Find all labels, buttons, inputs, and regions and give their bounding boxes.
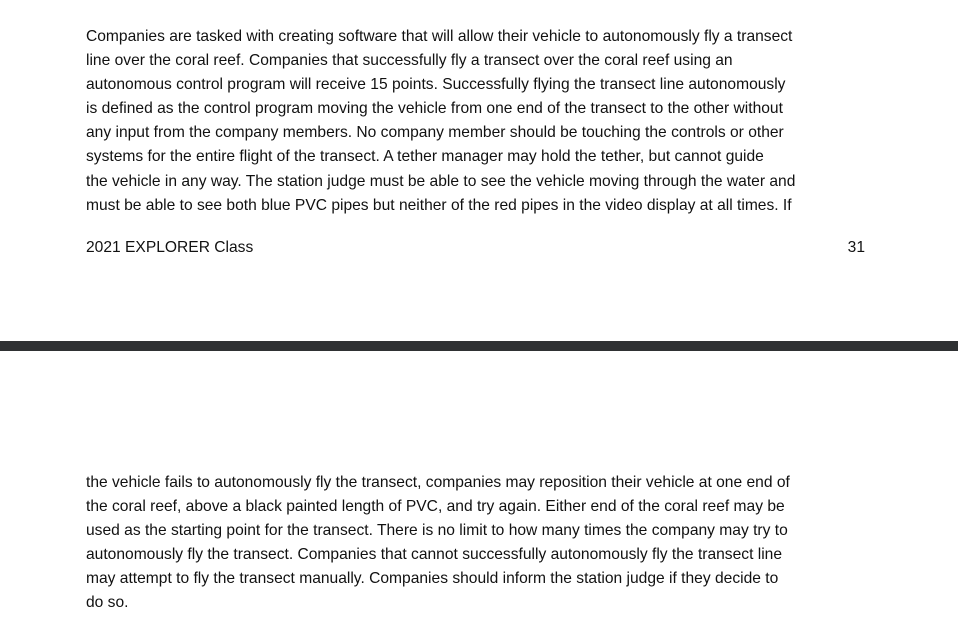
body-paragraph-top: Companies are tasked with creating softw…	[86, 25, 886, 218]
page-separator	[0, 341, 958, 351]
paragraph-line: may attempt to fly the transect manually…	[86, 570, 779, 588]
paragraph-line: line over the coral reef. Companies that…	[86, 52, 733, 70]
paragraph-line: autonomously fly the transect. Companies…	[86, 546, 783, 564]
paragraph-line: the vehicle in any way. The station judg…	[86, 172, 796, 190]
page-footer-title: 2021 EXPLORER Class	[86, 239, 254, 256]
body-paragraph-bottom: the vehicle fails to autonomously fly th…	[86, 471, 886, 616]
paragraph-line: used as the starting point for the trans…	[86, 522, 788, 540]
paragraph-line: is defined as the control program moving…	[86, 100, 783, 118]
paragraph-line: must be able to see both blue PVC pipes …	[86, 196, 792, 214]
paragraph-line: Companies are tasked with creating softw…	[86, 28, 793, 45]
paragraph-line: the vehicle fails to autonomously fly th…	[86, 474, 790, 491]
paragraph-line: autonomous control program will receive …	[86, 76, 786, 94]
paragraph-line: systems for the entire flight of the tra…	[86, 148, 764, 166]
page-number: 31	[847, 239, 865, 256]
paragraph-line: any input from the company members. No c…	[86, 124, 784, 142]
paragraph-line: the coral reef, above a black painted le…	[86, 498, 785, 516]
paragraph-line: do so.	[86, 594, 129, 612]
